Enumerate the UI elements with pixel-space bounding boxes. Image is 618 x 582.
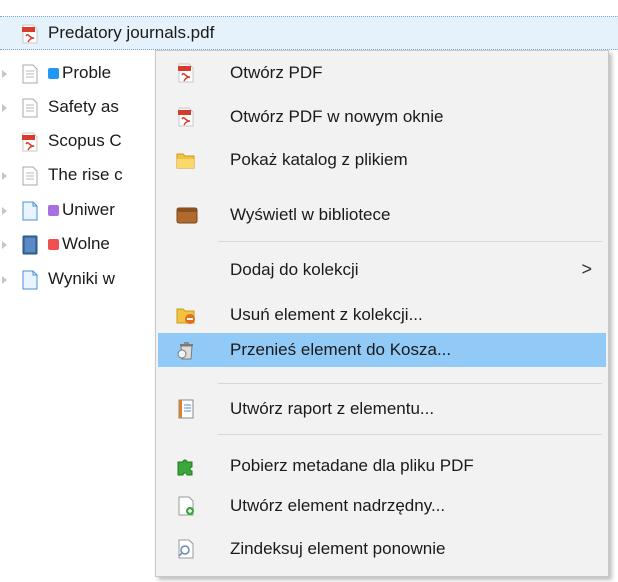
document-icon — [20, 64, 40, 84]
book-icon — [20, 235, 40, 255]
menu-item-add-to-collection[interactable]: Dodaj do kolekcji > — [158, 253, 606, 287]
reindex-icon — [176, 539, 196, 559]
report-icon — [176, 399, 196, 419]
menu-item-show-file-folder[interactable]: Pokaż katalog z plikiem — [158, 143, 606, 177]
tag-color-dot — [48, 68, 59, 79]
pdf-icon — [20, 24, 40, 44]
expand-twisty-icon[interactable] — [2, 172, 8, 180]
tag-color-dot — [48, 239, 59, 250]
menu-item-remove-from-collection[interactable]: Usuń element z kolekcji... — [158, 298, 606, 332]
add-parent-icon — [176, 496, 196, 516]
menu-item-label: Pobierz metadane dla pliku PDF — [230, 456, 474, 475]
menu-item-open-pdf-new-window[interactable]: Otwórz PDF w nowym oknie — [158, 100, 606, 134]
folder-remove-icon — [176, 305, 196, 325]
tag-color-dot — [48, 205, 59, 216]
menu-separator — [218, 241, 602, 242]
tree-item-label: Uniwer — [62, 200, 115, 219]
document-icon — [20, 98, 40, 118]
expand-twisty-icon[interactable] — [2, 70, 8, 78]
tree-item-label: The rise c — [48, 165, 123, 184]
menu-item-label: Usuń element z kolekcji... — [230, 305, 423, 324]
menu-item-move-to-trash[interactable]: Przenieś element do Kosza... — [158, 333, 606, 367]
tree-item-label: Wyniki w — [48, 269, 115, 288]
pdf-icon — [176, 107, 196, 127]
tree-item-label: Scopus C — [48, 131, 122, 150]
menu-item-label: Otwórz PDF — [230, 63, 323, 82]
menu-item-label: Utwórz raport z elementu... — [230, 399, 435, 418]
trash-icon — [176, 340, 196, 360]
menu-separator — [218, 434, 602, 435]
menu-item-label: Wyświetl w bibliotece — [230, 205, 391, 224]
library-icon — [176, 205, 198, 225]
folder-icon — [176, 150, 196, 170]
expand-twisty-icon[interactable] — [2, 241, 8, 249]
tree-item-label: Proble — [62, 63, 112, 82]
web-page-icon — [20, 201, 40, 221]
pdf-icon — [176, 63, 196, 83]
menu-item-open-pdf[interactable]: Otwórz PDF — [158, 56, 606, 90]
pdf-icon — [20, 132, 40, 152]
menu-separator — [218, 383, 602, 384]
puzzle-icon — [176, 456, 196, 476]
submenu-arrow-icon: > — [581, 259, 592, 279]
menu-item-create-parent[interactable]: Utwórz element nadrzędny... — [158, 489, 606, 523]
menu-item-show-in-library[interactable]: Wyświetl w bibliotece — [158, 198, 606, 232]
menu-item-create-report[interactable]: Utwórz raport z elementu... — [158, 392, 606, 426]
menu-item-reindex[interactable]: Zindeksuj element ponownie — [158, 532, 606, 566]
menu-item-label: Otwórz PDF w nowym oknie — [230, 107, 444, 126]
context-menu: Otwórz PDF Otwórz PDF w nowym oknie Poka… — [155, 50, 609, 577]
expand-twisty-icon[interactable] — [2, 276, 8, 284]
web-page-icon — [20, 270, 40, 290]
menu-item-retrieve-metadata[interactable]: Pobierz metadane dla pliku PDF — [158, 449, 606, 483]
expand-twisty-icon[interactable] — [2, 207, 8, 215]
document-icon — [20, 166, 40, 186]
menu-item-label: Utwórz element nadrzędny... — [230, 496, 446, 515]
menu-item-label: Pokaż katalog z plikiem — [230, 150, 408, 169]
tree-item-label: Wolne — [62, 234, 110, 253]
tree-item-predatory-journals[interactable]: Predatory journals.pdf — [0, 16, 618, 50]
menu-item-label: Zindeksuj element ponownie — [230, 539, 446, 558]
tree-item-label: Safety as — [48, 97, 119, 116]
expand-twisty-icon[interactable] — [2, 104, 8, 112]
menu-item-label: Przenieś element do Kosza... — [230, 340, 452, 359]
tree-item-label: Predatory journals.pdf — [48, 23, 215, 42]
menu-item-label: Dodaj do kolekcji — [230, 260, 359, 279]
